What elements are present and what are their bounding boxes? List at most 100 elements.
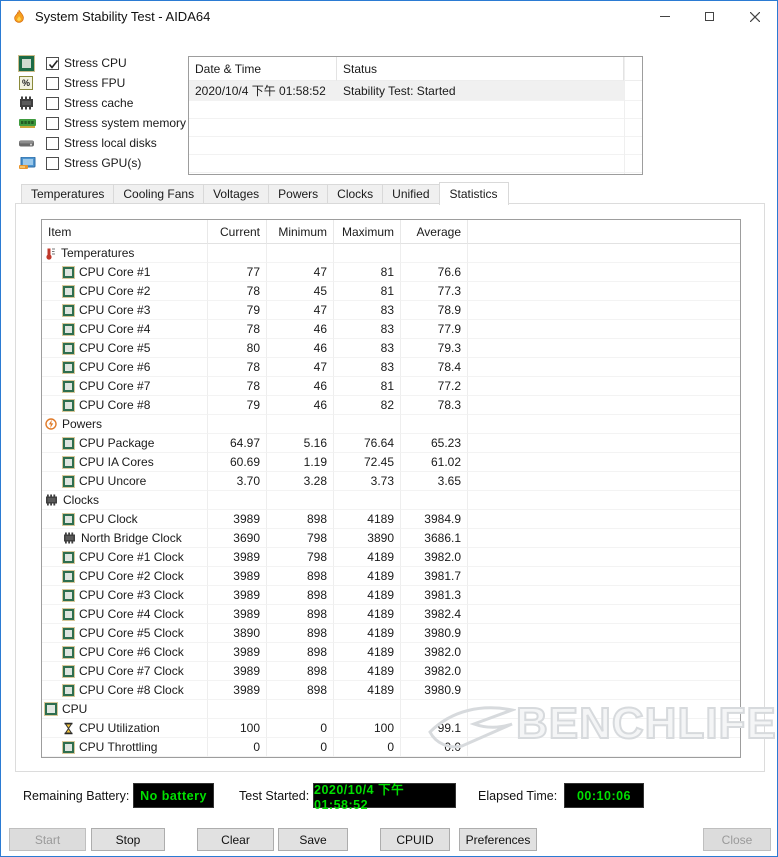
stress-disks-checkbox[interactable] (46, 137, 59, 150)
stat-average-value: 3982.0 (401, 662, 468, 681)
stats-row[interactable]: Powers (42, 415, 740, 434)
stats-row[interactable]: CPU Core #879468278.3 (42, 396, 740, 415)
cpu-box-icon (63, 362, 74, 373)
stats-row[interactable]: CPU Core #4 Clock398989841893982.4 (42, 605, 740, 624)
stat-average-value: 79.3 (401, 339, 468, 358)
tab-unified[interactable]: Unified (383, 184, 439, 204)
statistics-table: Item Current Minimum Maximum Average Tem… (41, 219, 741, 758)
stat-minimum-value (267, 491, 334, 510)
stat-maximum-value: 83 (334, 320, 401, 339)
stat-average-value: 3980.9 (401, 681, 468, 700)
close-window-button[interactable] (732, 1, 777, 32)
stats-row[interactable]: CPU Core #278458177.3 (42, 282, 740, 301)
tab-voltages[interactable]: Voltages (204, 184, 269, 204)
cpuid-button[interactable]: CPUID (380, 828, 450, 851)
stress-option-label: Stress GPU(s) (64, 156, 141, 170)
tab-temperatures[interactable]: Temperatures (21, 184, 114, 204)
stress-option-fpu[interactable]: % Stress FPU (19, 73, 186, 93)
log-header-status[interactable]: Status (337, 57, 624, 81)
stat-item-label: CPU Core #8 Clock (79, 683, 184, 697)
stats-row[interactable]: CPU Clock398989841893984.9 (42, 510, 740, 529)
stress-option-label: Stress cache (64, 96, 133, 110)
stat-item-label: CPU IA Cores (79, 455, 154, 469)
stress-option-gpu[interactable]: Stress GPU(s) (19, 153, 186, 173)
stress-memory-checkbox[interactable] (46, 117, 59, 130)
cpu-box-icon (63, 647, 74, 658)
cpu-box-icon (63, 590, 74, 601)
stat-average-value: 3982.0 (401, 643, 468, 662)
maximize-button[interactable] (687, 1, 732, 32)
stat-item-label: Powers (62, 417, 102, 431)
stress-cache-checkbox[interactable] (46, 97, 59, 110)
stress-fpu-checkbox[interactable] (46, 77, 59, 90)
stat-current-value: 3989 (208, 662, 267, 681)
minimize-button[interactable] (642, 1, 687, 32)
stats-row[interactable]: CPU IA Cores60.691.1972.4561.02 (42, 453, 740, 472)
cpu-box-icon (63, 476, 74, 487)
stat-item-label: CPU Core #2 Clock (79, 569, 184, 583)
stats-row[interactable]: CPU Core #678478378.4 (42, 358, 740, 377)
stop-button[interactable]: Stop (91, 828, 165, 851)
col-header-item: Item (42, 220, 208, 244)
cpu-box-icon (63, 381, 74, 392)
stress-option-memory[interactable]: Stress system memory (19, 113, 186, 133)
stress-gpu-checkbox[interactable] (46, 157, 59, 170)
stats-row[interactable]: CPU Core #2 Clock398989841893981.7 (42, 567, 740, 586)
stats-row[interactable]: CPU (42, 700, 740, 719)
stats-row[interactable]: CPU Core #778468177.2 (42, 377, 740, 396)
tab-strip: TemperaturesCooling FansVoltagesPowersCl… (21, 182, 509, 204)
stat-item-label: CPU Package (79, 436, 154, 450)
log-header-datetime[interactable]: Date & Time (189, 57, 337, 81)
close-button[interactable]: Close (703, 828, 771, 851)
stat-minimum-value: 898 (267, 567, 334, 586)
stat-minimum-value: 898 (267, 643, 334, 662)
stats-row[interactable]: CPU Core #478468377.9 (42, 320, 740, 339)
cpu-group-icon (45, 703, 57, 715)
stat-maximum-value (334, 244, 401, 263)
stats-row[interactable]: CPU Throttling0000.0 (42, 738, 740, 757)
stats-row[interactable]: CPU Core #3 Clock398989841893981.3 (42, 586, 740, 605)
tab-powers[interactable]: Powers (269, 184, 328, 204)
cpu-box-icon (63, 343, 74, 354)
system-stability-test-window: System Stability Test - AIDA64 Stress CP… (0, 0, 778, 857)
stat-current-value: 77 (208, 263, 267, 282)
start-button[interactable]: Start (9, 828, 86, 851)
stress-option-cpu[interactable]: Stress CPU (19, 53, 186, 73)
chip-icon (45, 494, 58, 506)
stats-row[interactable]: CPU Uncore3.703.283.733.65 (42, 472, 740, 491)
tab-cooling-fans[interactable]: Cooling Fans (114, 184, 204, 204)
stat-average-value: 76.6 (401, 263, 468, 282)
stress-cpu-checkbox[interactable] (46, 57, 59, 70)
stress-option-label: Stress CPU (64, 56, 127, 70)
stats-row[interactable]: CPU Core #379478378.9 (42, 301, 740, 320)
stats-row[interactable]: CPU Core #580468379.3 (42, 339, 740, 358)
stat-average-value (401, 700, 468, 719)
stats-row[interactable]: CPU Utilization100010099.1 (42, 719, 740, 738)
clear-button[interactable]: Clear (197, 828, 274, 851)
stats-row[interactable]: CPU Package64.975.1676.6465.23 (42, 434, 740, 453)
stats-row[interactable]: CPU Core #6 Clock398989841893982.0 (42, 643, 740, 662)
stat-maximum-value (334, 700, 401, 719)
save-button[interactable]: Save (278, 828, 348, 851)
preferences-button[interactable]: Preferences (459, 828, 537, 851)
stat-current-value: 64.97 (208, 434, 267, 453)
stats-row[interactable]: CPU Core #1 Clock398979841893982.0 (42, 548, 740, 567)
tab-statistics[interactable]: Statistics (439, 182, 509, 205)
stats-row[interactable]: Clocks (42, 491, 740, 510)
stats-row[interactable]: CPU Core #8 Clock398989841893980.9 (42, 681, 740, 700)
stress-option-disks[interactable]: Stress local disks (19, 133, 186, 153)
statistics-panel: Item Current Minimum Maximum Average Tem… (15, 203, 765, 772)
log-row[interactable]: 2020/10/4 下午 01:58:52 Stability Test: St… (189, 81, 642, 101)
stats-row[interactable]: North Bridge Clock369079838903686.1 (42, 529, 740, 548)
stats-row[interactable]: Temperatures (42, 244, 740, 263)
stat-current-value: 3690 (208, 529, 267, 548)
stress-option-cache[interactable]: Stress cache (19, 93, 186, 113)
stat-minimum-value: 47 (267, 358, 334, 377)
tab-clocks[interactable]: Clocks (328, 184, 383, 204)
stat-average-value: 65.23 (401, 434, 468, 453)
stats-row[interactable]: CPU Core #177478176.6 (42, 263, 740, 282)
stats-row[interactable]: CPU Core #7 Clock398989841893982.0 (42, 662, 740, 681)
stat-maximum-value: 4189 (334, 548, 401, 567)
stats-row[interactable]: CPU Core #5 Clock389089841893980.9 (42, 624, 740, 643)
stat-average-value: 99.1 (401, 719, 468, 738)
